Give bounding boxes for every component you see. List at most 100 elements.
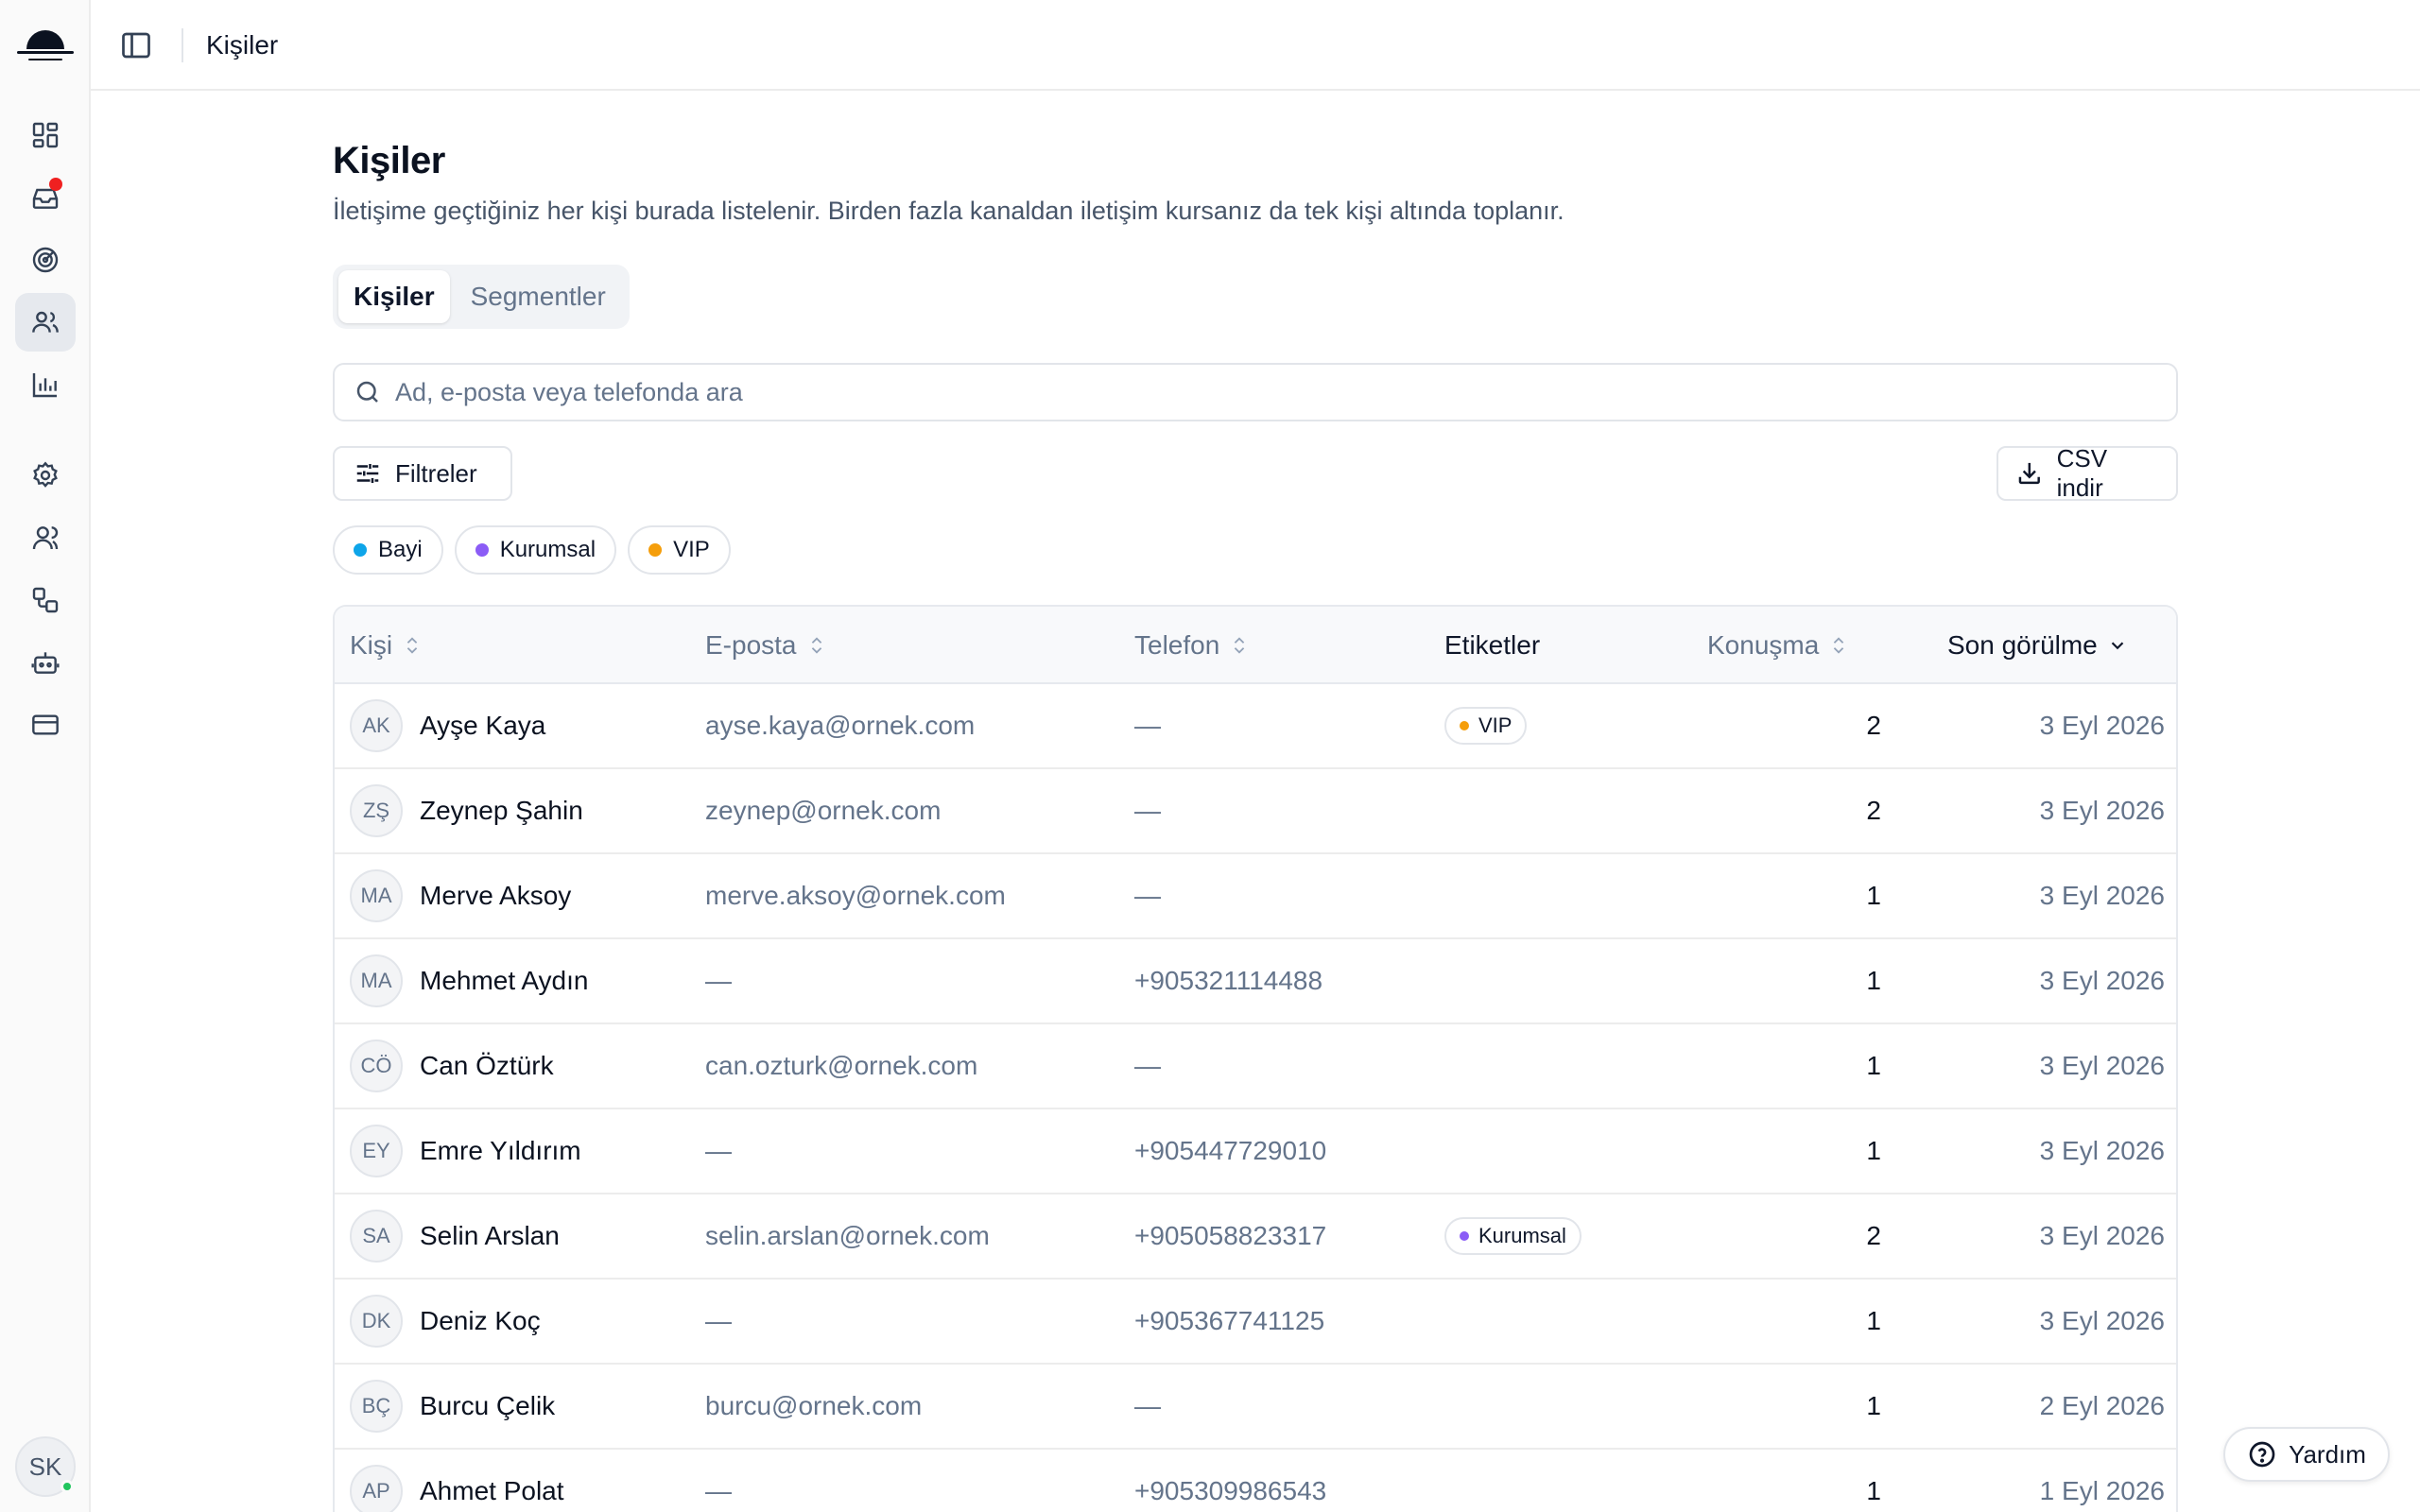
table-row[interactable]: DK Deniz Koç — +905367741125 1 3 Eyl 2026: [335, 1280, 2176, 1365]
nav-dashboard[interactable]: [15, 106, 76, 164]
page-description: İletişime geçtiğiniz her kişi burada lis…: [333, 197, 1564, 225]
nav-reports[interactable]: [15, 355, 76, 414]
avatar: AP: [350, 1465, 403, 1512]
sidebar-toggle-button[interactable]: [119, 28, 153, 62]
email-cell: ayse.kaya@ornek.com: [705, 711, 976, 740]
person-cell: MA Mehmet Aydın: [350, 939, 588, 1022]
bot-icon: [31, 652, 60, 674]
help-button[interactable]: Yardım: [2223, 1427, 2390, 1482]
person-name[interactable]: Mehmet Aydın: [420, 966, 588, 996]
nav-contacts[interactable]: [15, 293, 76, 352]
nav-team[interactable]: [15, 508, 76, 567]
conversations-cell: 1: [1866, 1391, 1881, 1420]
column-conversations[interactable]: Konuşma: [1707, 607, 1849, 684]
tag-label: VIP: [1478, 713, 1512, 737]
table-row[interactable]: CÖ Can Öztürk can.ozturk@ornek.com — 1 3 Eyl …: [335, 1024, 2176, 1109]
help-label: Yardım: [2289, 1439, 2366, 1469]
avatar: BÇ: [350, 1380, 403, 1433]
nav-bot[interactable]: [15, 633, 76, 692]
person-name[interactable]: Deniz Koç: [420, 1306, 541, 1336]
person-cell: ZŞ Zeynep Şahin: [350, 769, 583, 852]
page-title: Kişiler: [333, 140, 445, 181]
last-seen-cell: 3 Eyl 2026: [2039, 711, 2165, 740]
dashboard-icon: [32, 122, 59, 148]
conversations-cell: 1: [1866, 1051, 1881, 1080]
chevron-down-icon: [2111, 642, 2124, 650]
last-seen-cell: 3 Eyl 2026: [2039, 1306, 2165, 1335]
nav-integrations[interactable]: [15, 571, 76, 629]
tag-badge[interactable]: Kurumsal: [1444, 1217, 1582, 1255]
table-row[interactable]: BÇ Burcu Çelik burcu@ornek.com — 1 2 Eyl 2026: [335, 1365, 2176, 1450]
avatar: SA: [350, 1210, 403, 1263]
help-circle-icon: [2249, 1441, 2275, 1468]
search-icon: [356, 381, 378, 403]
tags-cell: Kurumsal: [1444, 1194, 1582, 1278]
notification-dot: [49, 178, 62, 191]
last-seen-cell: 3 Eyl 2026: [2039, 1221, 2165, 1250]
app: SK Kişiler Kişiler İletişime geçtiğiniz …: [0, 0, 2420, 1512]
person-name[interactable]: Zeynep Şahin: [420, 796, 583, 826]
table-row[interactable]: AP Ahmet Polat — +905309986543 1 1 Eyl 2026: [335, 1450, 2176, 1512]
table-row[interactable]: EY Emre Yıldırım — +905447729010 1 3 Eyl 2026: [335, 1109, 2176, 1194]
tag-badge[interactable]: VIP: [1444, 707, 1528, 745]
avatar: ZŞ: [350, 784, 403, 837]
column-last-seen[interactable]: Son görülme: [1947, 607, 2128, 684]
column-email[interactable]: E-posta: [705, 607, 827, 684]
phone-cell: +905309986543: [1134, 1476, 1327, 1505]
email-cell: burcu@ornek.com: [705, 1391, 923, 1420]
person-name[interactable]: Emre Yıldırım: [420, 1136, 581, 1166]
column-person[interactable]: Kişi: [350, 607, 423, 684]
logo-icon[interactable]: [15, 19, 76, 68]
nav-target[interactable]: [15, 231, 76, 289]
person-cell: SA Selin Arslan: [350, 1194, 560, 1278]
chip-label: VIP: [673, 537, 710, 562]
nav-settings[interactable]: [15, 446, 76, 505]
target-icon: [32, 247, 59, 273]
avatar: AK: [350, 699, 403, 752]
table-body: AK Ayşe Kaya ayse.kaya@ornek.com — VIP 2 3 Eyl…: [335, 684, 2176, 1512]
email-cell: selin.arslan@ornek.com: [705, 1221, 990, 1250]
credit-card-icon: [32, 714, 59, 735]
person-cell: EY Emre Yıldırım: [350, 1109, 581, 1193]
email-cell: —: [705, 1306, 732, 1335]
search-input[interactable]: [395, 377, 2002, 407]
phone-cell: +905367741125: [1134, 1306, 1325, 1335]
conversations-cell: 2: [1866, 711, 1881, 740]
nav-billing[interactable]: [15, 696, 76, 754]
table-row[interactable]: ZŞ Zeynep Şahin zeynep@ornek.com — 2 3 Eyl 20…: [335, 769, 2176, 854]
person-name[interactable]: Ayşe Kaya: [420, 711, 545, 741]
table-row[interactable]: MA Mehmet Aydın — +905321114488 1 3 Eyl 2026: [335, 939, 2176, 1024]
person-cell: AK Ayşe Kaya: [350, 684, 545, 767]
person-name[interactable]: Ahmet Polat: [420, 1476, 564, 1506]
table-row[interactable]: SA Selin Arslan selin.arslan@ornek.com +905…: [335, 1194, 2176, 1280]
topbar: Kişiler: [91, 0, 2420, 91]
nav-inbox[interactable]: [15, 168, 76, 227]
email-cell: —: [705, 966, 732, 995]
chip-kurumsal[interactable]: Kurumsal: [454, 525, 617, 575]
person-name[interactable]: Burcu Çelik: [420, 1391, 555, 1421]
tab-segments[interactable]: Segmentler: [456, 270, 621, 323]
chip-bayi[interactable]: Bayi: [333, 525, 443, 575]
person-name[interactable]: Can Öztürk: [420, 1051, 554, 1081]
conversations-cell: 1: [1866, 1306, 1881, 1335]
tab-contacts[interactable]: Kişiler: [338, 270, 450, 323]
phone-cell: —: [1134, 711, 1161, 740]
phone-cell: —: [1134, 1051, 1161, 1080]
avatar: MA: [350, 954, 403, 1007]
table-row[interactable]: MA Merve Aksoy merve.aksoy@ornek.com — 1 3 Ey…: [335, 854, 2176, 939]
column-phone[interactable]: Telefon: [1134, 607, 1250, 684]
person-cell: MA Merve Aksoy: [350, 854, 571, 937]
tags-cell: VIP: [1444, 684, 1528, 767]
phone-cell: —: [1134, 1391, 1161, 1420]
csv-download-button[interactable]: CSV indir: [1996, 444, 2178, 502]
table-row[interactable]: AK Ayşe Kaya ayse.kaya@ornek.com — VIP 2 3 Eyl…: [335, 684, 2176, 769]
chip-vip[interactable]: VIP: [628, 525, 731, 575]
email-cell: merve.aksoy@ornek.com: [705, 881, 1006, 910]
person-name[interactable]: Merve Aksoy: [420, 881, 571, 911]
filters-button[interactable]: Filtreler: [333, 446, 512, 501]
gear-icon: [33, 461, 58, 488]
download-icon: [2018, 462, 2040, 485]
person-name[interactable]: Selin Arslan: [420, 1221, 560, 1251]
chip-dot: [648, 543, 663, 557]
search-box: [333, 363, 2178, 421]
